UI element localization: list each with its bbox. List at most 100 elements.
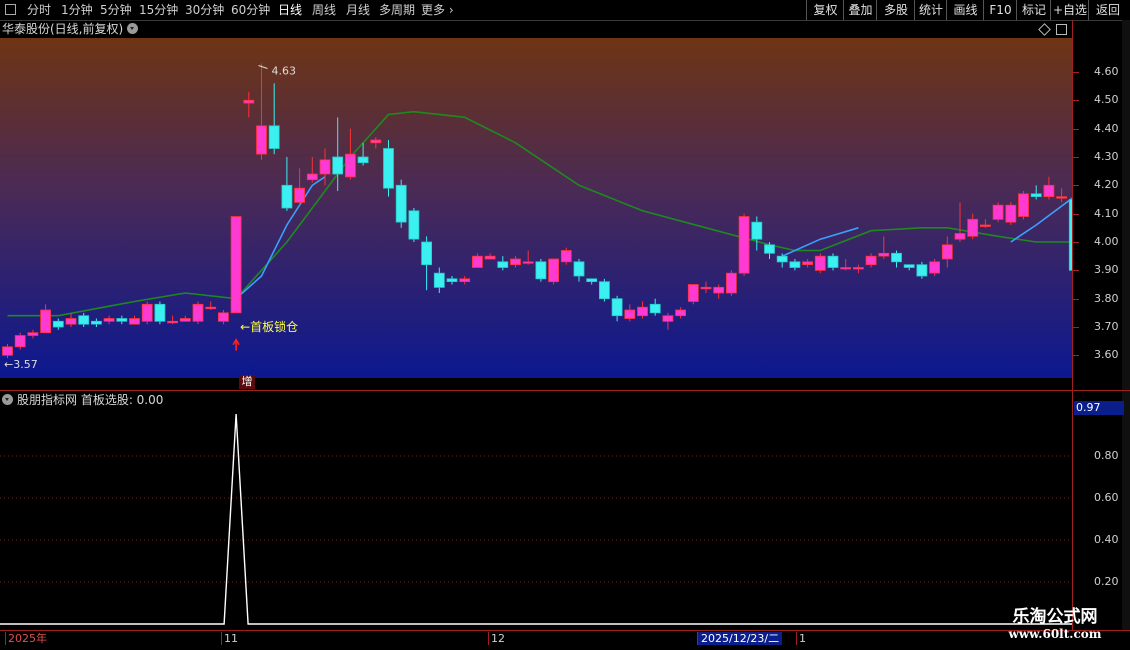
candle-body[interactable]: [357, 156, 369, 164]
indicator-collapse-icon[interactable]: [2, 394, 13, 405]
toolbar-button-0[interactable]: 复权: [806, 0, 844, 20]
candle-body[interactable]: [535, 261, 547, 280]
candle-body[interactable]: [344, 153, 356, 178]
candle-body[interactable]: [2, 346, 13, 356]
candle-body[interactable]: [903, 264, 915, 268]
toolbar-button-4[interactable]: 画线: [946, 0, 984, 20]
candle-body[interactable]: [52, 320, 64, 328]
toolbar-button-1[interactable]: 叠加: [843, 0, 877, 20]
toolbar-button-7[interactable]: +自选: [1050, 0, 1089, 20]
candle-body[interactable]: [687, 284, 699, 302]
candle-body[interactable]: [510, 258, 521, 266]
period-tab-3[interactable]: 15分钟: [139, 2, 178, 18]
candle-body[interactable]: [751, 221, 763, 240]
candle-body[interactable]: [573, 261, 585, 277]
candle-body[interactable]: [65, 318, 77, 325]
candle-body[interactable]: [649, 303, 661, 314]
candle-body[interactable]: [853, 267, 864, 270]
candle-body[interactable]: [243, 99, 255, 104]
candle-body[interactable]: [1018, 193, 1029, 217]
candle-body[interactable]: [179, 318, 191, 322]
candle-body[interactable]: [1030, 193, 1042, 198]
candle-body[interactable]: [662, 315, 674, 322]
period-tab-6[interactable]: 日线: [278, 2, 302, 18]
period-tab-8[interactable]: 月线: [346, 2, 370, 18]
candle-body[interactable]: [802, 261, 813, 266]
candle-body[interactable]: [764, 244, 775, 254]
candle-body[interactable]: [941, 244, 953, 260]
candle-body[interactable]: [1005, 204, 1017, 223]
candle-body[interactable]: [141, 303, 153, 322]
candle-body[interactable]: [814, 255, 826, 271]
candle-body[interactable]: [27, 332, 39, 336]
candle-body[interactable]: [217, 312, 229, 322]
candle-body[interactable]: [408, 210, 420, 240]
candle-body[interactable]: [827, 255, 839, 268]
candle-body[interactable]: [471, 255, 483, 268]
candle-body[interactable]: [560, 250, 572, 263]
candle-body[interactable]: [840, 267, 852, 270]
toolbar-button-8[interactable]: 返回: [1088, 0, 1127, 20]
candle-body[interactable]: [1043, 184, 1055, 198]
candle-body[interactable]: [484, 255, 496, 260]
indicator-chart[interactable]: [0, 408, 1072, 630]
candle-body[interactable]: [433, 272, 445, 288]
candle-body[interactable]: [1056, 196, 1067, 199]
candle-body[interactable]: [167, 320, 179, 324]
candle-body[interactable]: [103, 318, 115, 322]
candle-body[interactable]: [395, 184, 407, 223]
candle-body[interactable]: [611, 298, 623, 317]
toolbar-button-5[interactable]: F10: [983, 0, 1017, 20]
candle-body[interactable]: [40, 309, 51, 334]
candle-body[interactable]: [599, 281, 610, 300]
candle-body[interactable]: [675, 309, 686, 317]
candle-body[interactable]: [268, 125, 280, 149]
candle-body[interactable]: [332, 156, 344, 175]
candle-body[interactable]: [205, 306, 217, 310]
candle-body[interactable]: [129, 318, 140, 325]
candle-body[interactable]: [637, 306, 648, 317]
candle-body[interactable]: [306, 173, 318, 181]
candle-body[interactable]: [459, 278, 471, 283]
candle-body[interactable]: [421, 241, 433, 266]
candle-body[interactable]: [522, 261, 534, 264]
candle-body[interactable]: [865, 255, 877, 266]
candle-body[interactable]: [116, 318, 128, 322]
main-chart-title[interactable]: 华泰股份(日线,前复权): [2, 22, 139, 36]
candle-body[interactable]: [586, 278, 598, 283]
period-tab-0[interactable]: 分时: [27, 2, 51, 18]
period-tab-2[interactable]: 5分钟: [100, 2, 132, 18]
candle-body[interactable]: [383, 148, 394, 189]
candle-body[interactable]: [319, 159, 331, 175]
panel-menu-icon[interactable]: [5, 4, 16, 15]
period-tab-5[interactable]: 60分钟: [231, 2, 270, 18]
period-tab-1[interactable]: 1分钟: [61, 2, 93, 18]
candle-body[interactable]: [14, 335, 26, 348]
candle-body[interactable]: [980, 224, 991, 227]
candle-body[interactable]: [78, 315, 90, 325]
candle-body[interactable]: [497, 261, 509, 268]
candle-body[interactable]: [281, 184, 293, 209]
candle-body[interactable]: [789, 261, 801, 268]
candle-body[interactable]: [294, 187, 306, 203]
candle-body[interactable]: [929, 261, 940, 274]
collapse-icon[interactable]: [127, 23, 139, 34]
period-tab-10[interactable]: 更多 ›: [421, 2, 454, 18]
maximize-icon[interactable]: [1056, 24, 1067, 35]
candle-body[interactable]: [548, 258, 559, 283]
toolbar-button-6[interactable]: 标记: [1016, 0, 1051, 20]
candle-body[interactable]: [878, 252, 890, 257]
candle-body[interactable]: [91, 320, 102, 325]
period-tab-9[interactable]: 多周期: [379, 2, 415, 18]
period-tab-4[interactable]: 30分钟: [185, 2, 224, 18]
candle-body[interactable]: [992, 204, 1004, 220]
candle-body[interactable]: [154, 303, 166, 322]
main-price-chart[interactable]: 4.63 ←3.57 ←首板锁仓: [0, 38, 1072, 378]
candle-body[interactable]: [726, 272, 737, 294]
candle-body[interactable]: [370, 139, 382, 144]
candle-body[interactable]: [700, 286, 712, 290]
candle-body[interactable]: [738, 216, 750, 274]
diamond-icon[interactable]: [1038, 23, 1051, 36]
candle-body[interactable]: [446, 278, 458, 283]
indicator-title[interactable]: 股朋指标网 首板选股: 0.00: [2, 393, 163, 407]
